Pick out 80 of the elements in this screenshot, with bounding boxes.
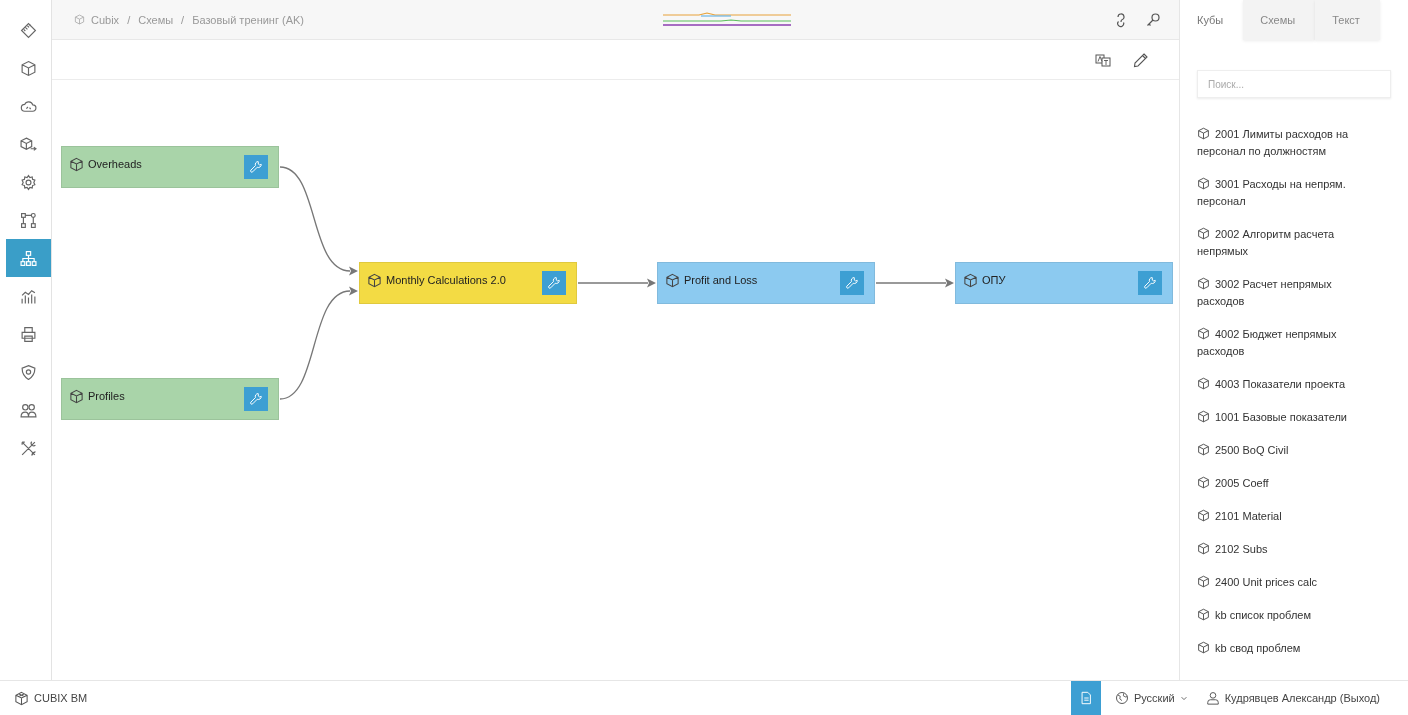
cube-icon bbox=[665, 272, 680, 288]
cube-list-item[interactable]: 2101 Material bbox=[1197, 500, 1378, 533]
user-icon bbox=[1205, 691, 1220, 705]
cube-icon bbox=[963, 272, 978, 288]
brand-name: CUBIX BM bbox=[34, 692, 88, 704]
shield-icon bbox=[20, 363, 37, 381]
cube-node[interactable]: ОПУ bbox=[955, 262, 1173, 304]
user-logout-link[interactable]: Кудрявцев Александр (Выход) bbox=[1224, 692, 1380, 704]
cube-list-item[interactable]: kb список проблем bbox=[1197, 599, 1378, 632]
node-title: Profiles bbox=[88, 390, 126, 402]
settings-button[interactable] bbox=[244, 155, 268, 179]
breadcrumb-separator: / bbox=[127, 13, 131, 26]
cube-list-item[interactable]: 4002 Бюджет непрямых расходов bbox=[1197, 318, 1378, 368]
cube-icon bbox=[1197, 377, 1210, 390]
node-title: Profit and Loss bbox=[684, 274, 759, 286]
cube-list-item[interactable]: 3002 Расчет непрямых расходов bbox=[1197, 268, 1378, 318]
cube-node[interactable]: Monthly Calculations 2.0 bbox=[359, 262, 577, 304]
cube-logo-icon bbox=[14, 690, 29, 706]
cube-icon bbox=[1197, 410, 1210, 423]
printer-icon bbox=[20, 325, 37, 343]
hierarchy-icon bbox=[20, 249, 37, 267]
wrench-icon bbox=[1143, 276, 1157, 290]
cube-node[interactable]: Profiles bbox=[61, 378, 279, 420]
cube-list-item[interactable]: 2400 Unit prices calc bbox=[1197, 566, 1378, 599]
cube-icon bbox=[1197, 476, 1210, 489]
settings-button[interactable] bbox=[1138, 271, 1162, 295]
globe-icon bbox=[1114, 691, 1129, 705]
bar-chart-icon bbox=[20, 287, 37, 305]
cube-icon bbox=[1197, 575, 1210, 588]
cube-list-item[interactable]: 4003 Показатели проекта bbox=[1197, 368, 1378, 401]
cube-list-item[interactable]: 2001 Лимиты расходов на персонал по должностям bbox=[1197, 118, 1378, 168]
wrench-icon bbox=[249, 392, 263, 406]
breadcrumb-separator: / bbox=[181, 13, 185, 26]
pencil-icon[interactable] bbox=[1133, 51, 1149, 68]
wrench-icon bbox=[249, 160, 263, 174]
cube-icon bbox=[20, 59, 37, 77]
cube-list-item[interactable]: 2002 Алгоритм расчета непрямых bbox=[1197, 218, 1378, 268]
cube-icon bbox=[1197, 277, 1210, 290]
cube-list-item[interactable]: 2500 BoQ Civil bbox=[1197, 434, 1378, 467]
cube-list-item[interactable]: 3001 Расходы на непрям. персонал bbox=[1197, 168, 1378, 218]
settings-button[interactable] bbox=[542, 271, 566, 295]
cube-list-item[interactable]: 2102 Subs bbox=[1197, 533, 1378, 566]
settings-button[interactable] bbox=[244, 387, 268, 411]
cube-icon bbox=[1197, 509, 1210, 522]
node-title: Overheads bbox=[88, 158, 143, 170]
wrench-icon bbox=[845, 276, 859, 290]
sidebar-item[interactable] bbox=[6, 239, 51, 277]
cube-icon bbox=[74, 14, 85, 25]
flow-nodes-icon bbox=[20, 211, 37, 229]
cube-icon bbox=[1197, 127, 1210, 140]
settings-button[interactable] bbox=[840, 271, 864, 295]
language-selector[interactable]: Русский bbox=[1114, 681, 1188, 715]
cube-icon bbox=[367, 272, 382, 288]
cube-list-item[interactable]: kb свод проблем bbox=[1197, 632, 1378, 665]
document-icon bbox=[1078, 691, 1093, 705]
node-title: ОПУ bbox=[982, 274, 1007, 286]
cube-list-item[interactable]: 1001 Базовые показатели bbox=[1197, 401, 1378, 434]
cube-icon bbox=[1197, 327, 1210, 340]
tools-icon bbox=[20, 439, 37, 457]
cube-icon bbox=[1197, 227, 1210, 240]
users-icon bbox=[20, 401, 37, 419]
cube-node[interactable]: Profit and Loss bbox=[657, 262, 875, 304]
search-field[interactable]: Поиск... bbox=[1197, 70, 1391, 98]
cube-icon bbox=[1197, 641, 1210, 654]
cube-icon bbox=[69, 156, 84, 172]
caret-icon bbox=[1179, 694, 1188, 702]
translate-icon[interactable] bbox=[1095, 51, 1111, 68]
gear-icon bbox=[20, 173, 37, 191]
cube-icon bbox=[1197, 177, 1210, 190]
cube-node[interactable]: Overheads bbox=[61, 146, 279, 188]
cube-icon bbox=[69, 388, 84, 404]
cube-arrows-icon bbox=[20, 135, 37, 153]
cube-icon bbox=[1197, 608, 1210, 621]
document-button[interactable] bbox=[1070, 681, 1101, 715]
ruler-icon bbox=[20, 21, 37, 39]
cube-icon bbox=[1197, 443, 1210, 456]
wrench-icon bbox=[547, 276, 561, 290]
cube-icon bbox=[1197, 542, 1210, 555]
cube-list-item[interactable]: 2005 Coeff bbox=[1197, 467, 1378, 500]
node-title: Monthly Calculations 2.0 bbox=[386, 274, 507, 286]
